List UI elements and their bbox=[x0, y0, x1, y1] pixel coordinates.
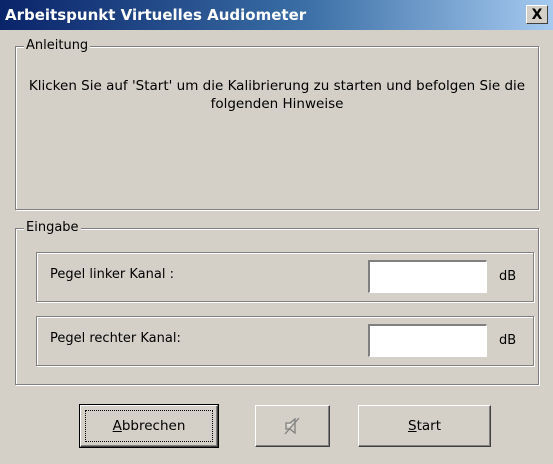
left-channel-unit: dB bbox=[499, 269, 517, 284]
left-channel-label: Pegel linker Kanal : bbox=[50, 267, 174, 282]
input-group-label: Eingabe bbox=[24, 220, 81, 236]
cancel-button[interactable]: Abbrechen bbox=[79, 404, 219, 448]
left-channel-input[interactable] bbox=[368, 260, 487, 293]
instructions-group: Anleitung Klicken Sie auf 'Start' um die… bbox=[15, 38, 539, 210]
right-channel-label: Pegel rechter Kanal: bbox=[50, 331, 181, 346]
close-button[interactable]: X bbox=[526, 5, 548, 24]
instructions-group-label: Anleitung bbox=[24, 38, 91, 54]
start-button-label: Start bbox=[408, 418, 441, 434]
start-button[interactable]: Start bbox=[358, 405, 491, 447]
speaker-muted-icon bbox=[284, 417, 299, 435]
window-title: Arbeitspunkt Virtuelles Audiometer bbox=[5, 6, 307, 24]
cancel-button-label: Abbrechen bbox=[112, 418, 186, 434]
right-channel-unit: dB bbox=[499, 333, 517, 348]
title-bar[interactable]: Arbeitspunkt Virtuelles Audiometer X bbox=[0, 0, 553, 30]
close-icon: X bbox=[531, 6, 543, 23]
instructions-text: Klicken Sie auf 'Start' um die Kalibrier… bbox=[28, 78, 526, 112]
right-channel-input[interactable] bbox=[368, 324, 487, 357]
mute-button[interactable] bbox=[255, 405, 330, 447]
